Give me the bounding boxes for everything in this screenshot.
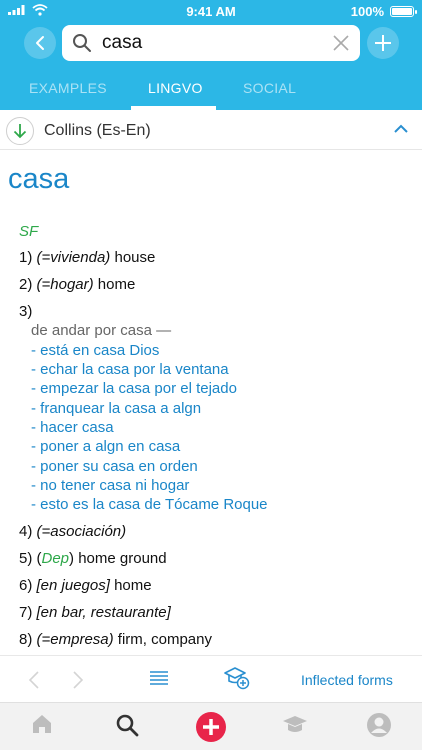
chevron-left-icon <box>36 36 44 50</box>
dictionary-bar[interactable]: Collins (Es-En) <box>0 110 422 150</box>
plus-icon <box>375 35 391 51</box>
sense-5: 5) (Dep) home ground <box>19 550 167 567</box>
subject-label: Dep <box>41 550 70 567</box>
status-bar: 9:41 AM 100% <box>0 0 422 22</box>
add-to-study-icon[interactable] <box>224 666 250 690</box>
app-header: 9:41 AM 100% EXAMPLES LINGVO SOCIAL <box>0 0 422 110</box>
sense-1: 1) (=vivienda) house <box>19 249 156 266</box>
sense-2: 2) (=hogar) home <box>19 276 136 293</box>
sense-3: 3) <box>19 303 33 320</box>
profile-icon[interactable] <box>366 712 392 738</box>
entry-headword: casa <box>8 163 70 195</box>
battery-icon <box>390 6 417 17</box>
phrase-group-heading: de andar por casa — <box>31 322 172 339</box>
phrase-link[interactable]: - hacer casa <box>31 419 114 436</box>
sense-6: 6) [en juegos] home <box>19 577 152 594</box>
download-button[interactable] <box>6 117 34 145</box>
phrase-link[interactable]: - poner su casa en orden <box>31 458 198 475</box>
battery-percent: 100% <box>350 4 384 19</box>
search-input[interactable] <box>102 32 322 54</box>
sense-4: 4) (=asociación) <box>19 523 127 540</box>
phrase-link[interactable]: - no tener casa ni hogar <box>31 477 189 494</box>
clear-icon[interactable] <box>332 34 350 52</box>
search-icon[interactable] <box>115 713 139 737</box>
phrase-link[interactable]: - empezar la casa por el tejado <box>31 380 237 397</box>
arrow-down-icon <box>13 124 27 139</box>
chevron-right-icon[interactable] <box>72 670 84 690</box>
phrase-link[interactable]: - franquear la casa a algn <box>31 400 201 417</box>
sense-8: 8) (=empresa) firm, company <box>19 631 212 648</box>
entry-toolbar: Inflected forms <box>0 655 422 702</box>
phrase-link[interactable]: - echar la casa por la ventana <box>31 361 229 378</box>
dictionary-name: Collins (Es-En) <box>44 122 151 139</box>
chevron-up-icon[interactable] <box>394 124 408 134</box>
tab-examples[interactable]: EXAMPLES <box>29 80 107 96</box>
chevron-left-icon[interactable] <box>28 670 40 690</box>
list-icon[interactable] <box>150 670 168 686</box>
phrase-link[interactable]: - poner a algn en casa <box>31 438 180 455</box>
tab-social[interactable]: SOCIAL <box>243 80 296 96</box>
inflected-forms-button[interactable]: Inflected forms <box>301 672 393 688</box>
tab-lingvo[interactable]: LINGVO <box>148 80 203 96</box>
add-card-icon[interactable] <box>195 711 227 743</box>
bottom-nav <box>0 702 422 750</box>
phrase-link[interactable]: - esto es la casa de Tócame Roque <box>31 496 268 513</box>
graduation-cap-icon[interactable] <box>282 715 308 735</box>
search-icon <box>73 34 91 52</box>
home-icon[interactable] <box>31 713 53 735</box>
search-field[interactable] <box>62 25 360 61</box>
sense-7: 7) [en bar, restaurante] <box>19 604 171 621</box>
phrase-link[interactable]: - está en casa Dios <box>31 342 159 359</box>
add-button[interactable] <box>367 27 399 59</box>
part-of-speech: SF <box>19 223 39 240</box>
back-button[interactable] <box>24 27 56 59</box>
